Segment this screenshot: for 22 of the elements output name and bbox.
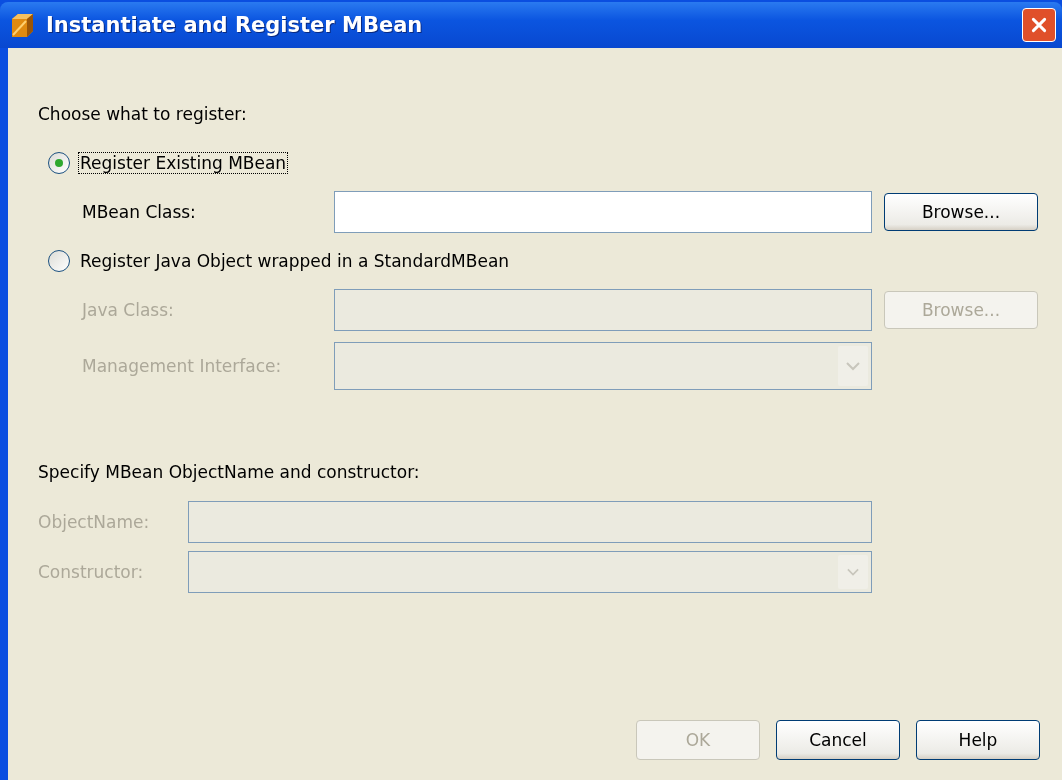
close-icon [1030, 16, 1048, 34]
text-field[interactable] [188, 501, 872, 543]
radio-button[interactable] [48, 152, 70, 174]
radio-label[interactable]: Register Existing MBean [78, 152, 289, 174]
browse-button[interactable]: Browse... [884, 193, 1038, 231]
section-label: Specify MBean ObjectName and constructor: [38, 461, 421, 484]
radio-button[interactable] [48, 250, 70, 272]
window-title: Instantiate and Register MBean [46, 13, 424, 37]
text-field[interactable] [334, 191, 872, 233]
close-button[interactable] [1022, 8, 1056, 42]
field-label: Constructor: [38, 562, 145, 582]
dropdown-field[interactable] [188, 551, 872, 593]
dropdown-field[interactable] [334, 342, 872, 390]
dialog-button[interactable]: Cancel [776, 720, 900, 760]
field-label: Java Class: [82, 300, 175, 320]
text-field[interactable] [334, 289, 872, 331]
field-label: Management Interface: [82, 356, 283, 376]
radio-label[interactable]: Register Java Object wrapped in a StandardMBean [78, 250, 512, 272]
section-label: Choose what to register: [38, 103, 248, 126]
dialog-button[interactable]: Help [916, 720, 1040, 760]
field-label: MBean Class: [82, 202, 197, 222]
field-label: ObjectName: [38, 512, 151, 532]
